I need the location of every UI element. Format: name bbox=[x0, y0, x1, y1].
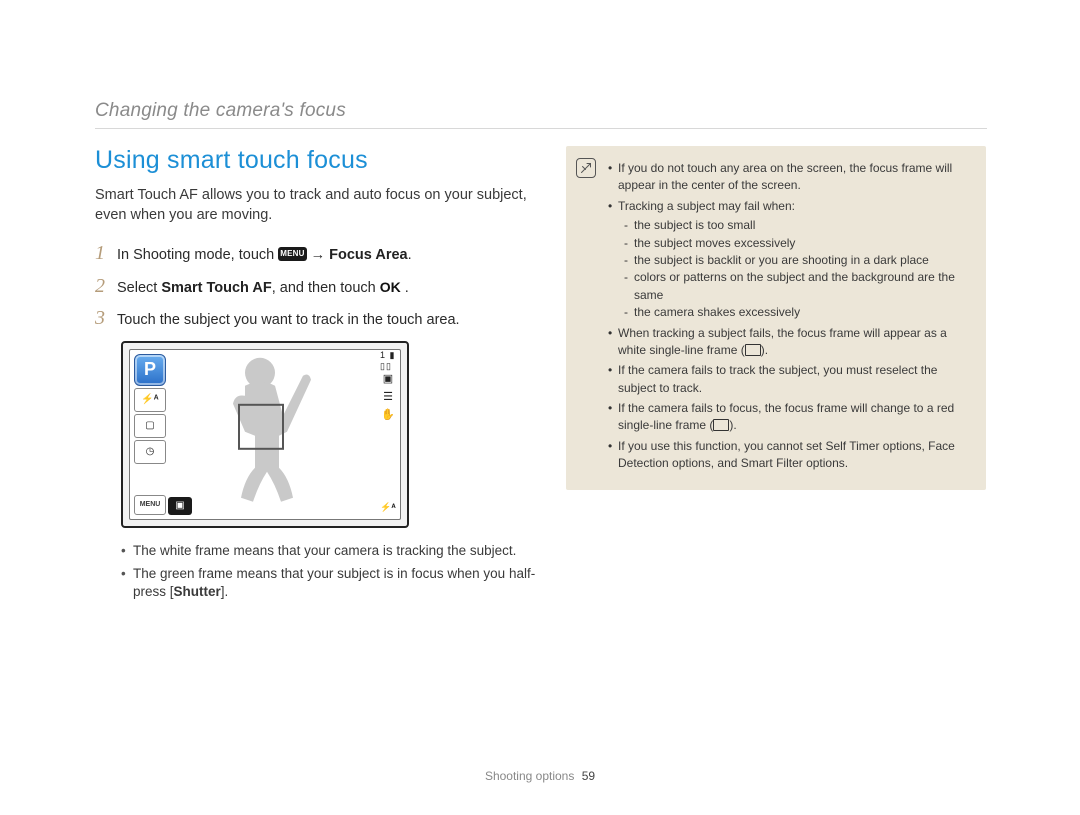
lcd-frame: P ⚡ᴬ ▢ ◷ MENU ▣ 1 ▮ ▯▯ ▣ ☰ ✋ ⚡ᴬ bbox=[129, 349, 401, 520]
arrow-icon: → bbox=[311, 247, 330, 263]
child-silhouette-icon bbox=[205, 351, 325, 511]
step-number: 3 bbox=[95, 308, 117, 328]
divider bbox=[95, 128, 987, 129]
info-subitem: the subject is backlit or you are shooti… bbox=[624, 252, 972, 269]
info-subitem: colors or patterns on the subject and th… bbox=[624, 269, 972, 304]
quality-icon: ☰ bbox=[380, 390, 396, 404]
menu-icon: MENU bbox=[278, 247, 306, 261]
intro-text: Smart Touch AF allows you to track and a… bbox=[95, 185, 545, 225]
left-column: Using smart touch focus Smart Touch AF a… bbox=[95, 146, 545, 606]
step-text-part: , and then touch bbox=[272, 280, 380, 296]
step-text-part: In Shooting mode, touch bbox=[117, 247, 278, 263]
note-white-frame: The white frame means that your camera i… bbox=[121, 542, 545, 561]
info-item: If the camera fails to focus, the focus … bbox=[608, 400, 972, 435]
page-number: 59 bbox=[582, 769, 595, 783]
red-frame-icon bbox=[713, 419, 729, 431]
breadcrumb: Changing the camera's focus bbox=[95, 100, 346, 122]
thumbnail-icon: ▣ bbox=[168, 497, 192, 515]
info-item: If you do not touch any area on the scre… bbox=[608, 160, 972, 195]
right-column: If you do not touch any area on the scre… bbox=[566, 146, 986, 490]
step-3: 3 Touch the subject you want to track in… bbox=[95, 308, 545, 331]
flash-bottom-icon: ⚡ᴬ bbox=[380, 501, 396, 515]
step-number: 1 bbox=[95, 243, 117, 263]
info-item: Tracking a subject may fail when: the su… bbox=[608, 198, 972, 322]
note-icon bbox=[576, 158, 596, 178]
page-footer: Shooting options 59 bbox=[0, 769, 1080, 783]
step-text-part: Select bbox=[117, 280, 161, 296]
info-item: If you use this function, you cannot set… bbox=[608, 438, 972, 473]
step-number: 2 bbox=[95, 276, 117, 296]
info-text: Tracking a subject may fail when: bbox=[618, 199, 795, 213]
steps-list: 1 In Shooting mode, touch MENU → Focus A… bbox=[95, 243, 545, 331]
step-text-part: . bbox=[408, 247, 412, 263]
manual-page: Changing the camera's focus Using smart … bbox=[0, 0, 1080, 815]
timer-icon: ◷ bbox=[134, 440, 166, 464]
footer-section: Shooting options bbox=[485, 769, 574, 783]
stabilizer-icon: ✋ bbox=[380, 408, 396, 422]
step-bold: Smart Touch AF bbox=[161, 280, 271, 296]
step-text: Touch the subject you want to track in t… bbox=[117, 311, 460, 331]
ok-icon: OK bbox=[380, 278, 401, 297]
info-note-box: If you do not touch any area on the scre… bbox=[566, 146, 986, 490]
step-bold: Focus Area bbox=[329, 247, 407, 263]
info-text: If the camera fails to focus, the focus … bbox=[618, 401, 954, 432]
info-sublist: the subject is too small the subject mov… bbox=[624, 217, 972, 321]
info-subitem: the subject is too small bbox=[624, 217, 972, 234]
info-text: ). bbox=[729, 418, 736, 432]
camera-screen-illustration: P ⚡ᴬ ▢ ◷ MENU ▣ 1 ▮ ▯▯ ▣ ☰ ✋ ⚡ᴬ bbox=[121, 341, 409, 528]
flash-icon: ⚡ᴬ bbox=[134, 388, 166, 412]
note-green-frame: The green frame means that your subject … bbox=[121, 565, 545, 603]
step-text: Select Smart Touch AF, and then touch OK… bbox=[117, 278, 409, 299]
focus-area-icon: ▢ bbox=[134, 414, 166, 438]
info-text: When tracking a subject fails, the focus… bbox=[618, 326, 947, 357]
menu-button-icon: MENU bbox=[134, 495, 166, 515]
info-subitem: the camera shakes excessively bbox=[624, 304, 972, 321]
info-item: When tracking a subject fails, the focus… bbox=[608, 325, 972, 360]
mode-p-icon: P bbox=[134, 354, 166, 386]
info-item: If the camera fails to track the subject… bbox=[608, 362, 972, 397]
info-subitem: the subject moves excessively bbox=[624, 235, 972, 252]
note-text: ]. bbox=[221, 584, 229, 599]
note-bold: Shutter bbox=[174, 584, 221, 599]
resolution-icon: ▣ bbox=[380, 372, 396, 386]
step-2: 2 Select Smart Touch AF, and then touch … bbox=[95, 276, 545, 299]
frame-notes: The white frame means that your camera i… bbox=[121, 542, 545, 603]
counter-battery-icon: 1 ▮ ▯▯ bbox=[380, 354, 396, 368]
step-text-part: . bbox=[401, 280, 409, 296]
step-text: In Shooting mode, touch MENU → Focus Are… bbox=[117, 246, 412, 266]
info-text: ). bbox=[761, 343, 768, 357]
step-1: 1 In Shooting mode, touch MENU → Focus A… bbox=[95, 243, 545, 266]
white-frame-icon bbox=[745, 344, 761, 356]
section-title: Using smart touch focus bbox=[95, 146, 545, 175]
